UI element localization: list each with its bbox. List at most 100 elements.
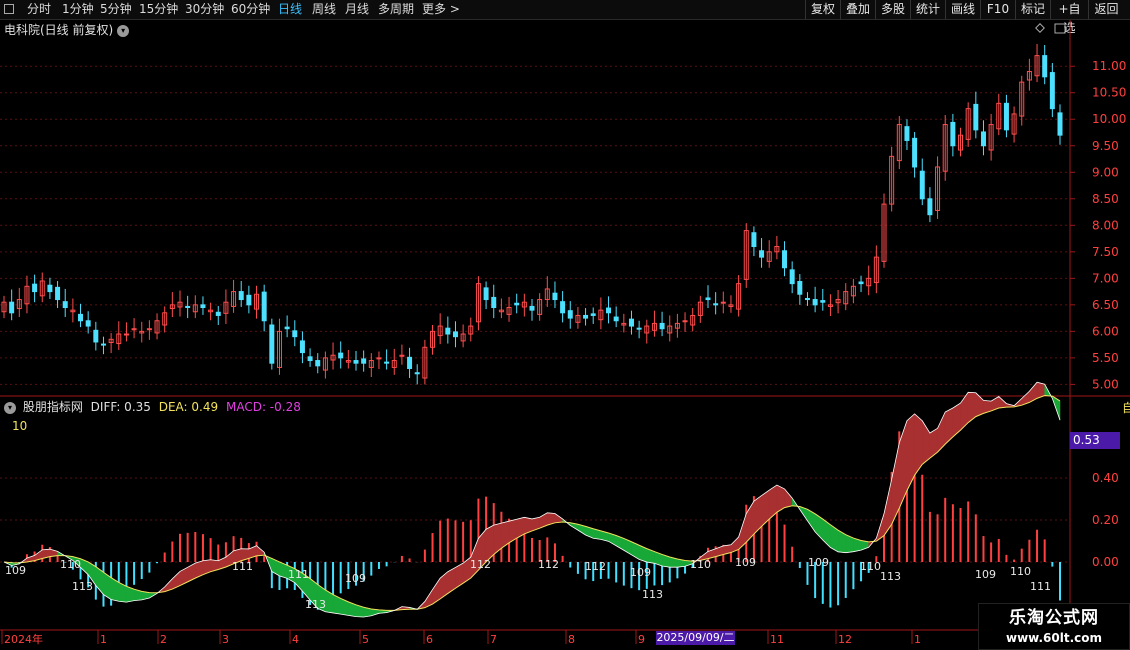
candle-body <box>200 304 206 308</box>
y-tick-label: 5.50 <box>1092 351 1119 365</box>
candle-body <box>705 297 711 301</box>
signal-marker: 112 <box>470 558 491 571</box>
candle-body <box>927 198 933 216</box>
y-tick-label: 9.00 <box>1092 165 1119 179</box>
candle-body <box>682 320 688 323</box>
date-label: 4 <box>292 633 299 646</box>
signal-marker: 111 <box>1030 580 1051 593</box>
candle-body <box>567 310 573 319</box>
signal-marker: 110 <box>690 558 711 571</box>
signal-marker: 111 <box>288 568 309 581</box>
signal-marker: 113 <box>72 580 93 593</box>
signal-marker: 109 <box>345 572 366 585</box>
candle-body <box>797 281 803 295</box>
candle-body <box>62 301 68 308</box>
candle-body <box>292 330 298 338</box>
date-label: 9 <box>638 633 645 646</box>
candle-body <box>583 314 589 319</box>
stock-title: 电科院(日线 前复权) ▾ <box>4 21 130 38</box>
diamond-icon <box>1035 23 1045 33</box>
candle-body <box>973 103 979 131</box>
candle-body <box>552 292 558 301</box>
date-label: 1 <box>914 633 921 646</box>
date-label: 2 <box>160 633 167 646</box>
y-tick-label: 8.50 <box>1092 192 1119 206</box>
macd-band <box>761 489 770 527</box>
candle-body <box>904 126 910 141</box>
signal-marker: 112 <box>538 558 559 571</box>
candle-body <box>238 291 244 301</box>
candle-body <box>123 333 129 336</box>
right-panel-label: 自 <box>1122 401 1130 415</box>
candle-body <box>950 121 956 147</box>
signal-marker: 109 <box>5 564 26 577</box>
date-label: 8 <box>568 633 575 646</box>
signal-marker: 110 <box>1010 565 1031 578</box>
kline-chart[interactable]: 11.0010.5010.009.509.008.508.007.507.006… <box>0 0 1130 650</box>
indicator-param: 10 <box>12 419 28 433</box>
signal-marker: 113 <box>642 588 663 601</box>
watermark-url: www.60lt.com <box>1005 631 1103 645</box>
chevron-down-icon[interactable]: ▾ <box>117 24 130 37</box>
candle-body <box>713 303 719 306</box>
candle-body <box>55 286 61 301</box>
indicator-name[interactable]: 股朋指标网 <box>23 400 83 414</box>
candle-body <box>452 331 458 338</box>
candle-body <box>32 283 38 293</box>
y-tick-label: 6.00 <box>1092 324 1119 338</box>
candle-body <box>246 294 252 306</box>
date-label: 7 <box>490 633 497 646</box>
signal-marker: 109 <box>735 556 756 569</box>
macd-band <box>485 524 494 563</box>
candle-body <box>980 131 986 147</box>
candle-body <box>261 291 267 322</box>
stock-title-text: 电科院(日线 前复权) <box>4 23 114 37</box>
macd-band <box>944 407 954 445</box>
watermark-title: 乐淘公式网 <box>1009 608 1099 628</box>
candle-body <box>338 352 344 359</box>
y-tick-label: 9.50 <box>1092 139 1119 153</box>
date-label: 2024年 <box>4 632 43 646</box>
signal-marker: 113 <box>880 570 901 583</box>
candle-body <box>529 305 535 311</box>
candle-body <box>78 313 84 322</box>
signal-marker: 109 <box>975 568 996 581</box>
candle-body <box>85 320 91 327</box>
chevron-down-icon[interactable]: ▾ <box>4 401 16 414</box>
candle-body <box>912 137 918 168</box>
diff-value: DIFF: 0.35 <box>90 400 151 414</box>
macd-tick-label: 0.00 <box>1092 555 1119 569</box>
candle-body <box>9 301 15 314</box>
candle-body <box>384 361 390 364</box>
candle-body <box>560 301 566 314</box>
macd-band <box>891 442 900 525</box>
y-tick-label: 6.50 <box>1092 298 1119 312</box>
candle-body <box>483 287 489 301</box>
candle-body <box>628 318 634 327</box>
candle-body <box>307 356 313 362</box>
cursor-date-label: 2025/09/09/二 <box>656 631 735 645</box>
macd-tick-label: 0.20 <box>1092 513 1119 527</box>
candle-body <box>185 305 191 308</box>
candle-body <box>1057 112 1063 136</box>
y-tick-label: 11.00 <box>1092 59 1126 73</box>
candle-body <box>353 360 359 364</box>
macd-value: MACD: -0.28 <box>225 400 301 414</box>
candle-body <box>759 250 765 258</box>
date-label: 3 <box>222 633 229 646</box>
candle-body <box>361 358 367 364</box>
y-tick-label: 7.50 <box>1092 245 1119 259</box>
y-tick-label: 10.50 <box>1092 86 1126 100</box>
candle-body <box>636 327 642 330</box>
candle-body <box>720 301 726 304</box>
macd-band <box>899 420 908 509</box>
candle-body <box>820 300 826 303</box>
macd-band <box>768 484 778 520</box>
candle-body <box>315 360 321 367</box>
candle-body <box>414 372 420 375</box>
signal-marker: 111 <box>232 560 253 573</box>
date-label: 6 <box>426 633 433 646</box>
macd-tick-label: 0.40 <box>1092 471 1119 485</box>
candle-body <box>590 313 596 316</box>
dea-line <box>3 395 1061 611</box>
